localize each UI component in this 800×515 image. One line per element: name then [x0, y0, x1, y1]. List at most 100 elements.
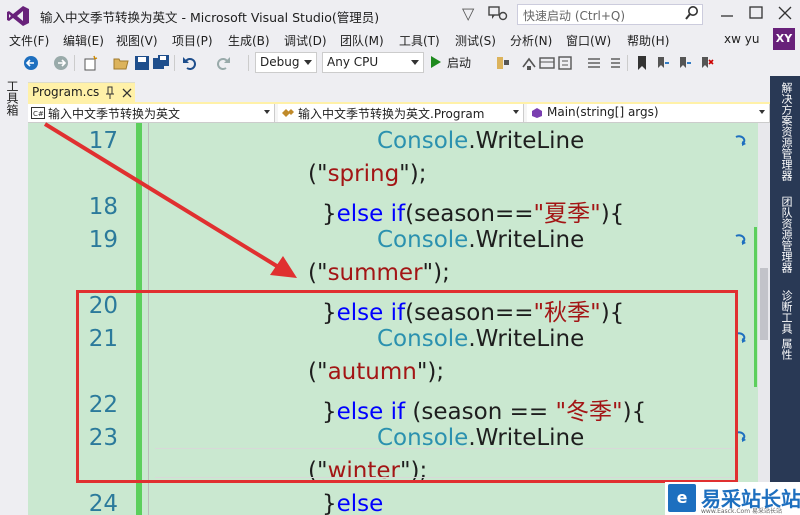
menu-test[interactable]: 测试(S) [455, 32, 496, 49]
menu-tools[interactable]: 工具(T) [399, 32, 440, 49]
left-tool-strip [0, 76, 22, 515]
code-line[interactable]: ("spring"); [308, 161, 426, 187]
code-token: (" [308, 260, 328, 286]
solution-explorer-tab[interactable]: 解决方案资源管理器 [778, 82, 794, 181]
user-name[interactable]: xw yu [724, 32, 759, 46]
filter-icon[interactable]: ▽ [462, 4, 474, 23]
menu-build[interactable]: 生成(B) [228, 32, 270, 49]
code-token: } [322, 201, 337, 227]
properties-tab[interactable]: 属性 [778, 338, 794, 360]
toolbar-tool-icon[interactable] [538, 54, 556, 72]
clear-bookmarks-icon[interactable] [697, 54, 715, 72]
line-number: 18 [88, 194, 118, 220]
scrollbar-thumb[interactable] [760, 268, 768, 340]
code-token: Console [377, 227, 469, 253]
new-project-icon[interactable] [82, 54, 100, 72]
menu-analyze[interactable]: 分析(N) [510, 32, 552, 49]
toolbar-tool-icon[interactable] [556, 54, 574, 72]
code-token: .WriteLine [468, 227, 585, 253]
title-bar: 输入中文季节转换为英文 - Microsoft Visual Studio(管理… [0, 0, 800, 30]
code-line[interactable]: ("summer"); [308, 260, 450, 286]
pin-icon[interactable] [104, 86, 116, 100]
code-token: summer [327, 260, 423, 286]
line-number: 24 [88, 491, 118, 515]
class-dropdown[interactable]: 输入中文季节转换为英文.Program [278, 104, 524, 122]
maximize-icon[interactable] [747, 4, 765, 22]
platform-value: Any CPU [327, 55, 379, 69]
toolbar-separator [627, 55, 628, 71]
feedback-icon[interactable] [488, 5, 508, 23]
code-lens-icon[interactable] [733, 232, 751, 246]
code-line[interactable]: Console.WriteLine [377, 128, 584, 154]
chevron-down-icon [304, 60, 312, 65]
code-token: "夏季" [533, 201, 601, 227]
user-avatar[interactable]: XY [773, 28, 795, 50]
menu-file[interactable]: 文件(F) [9, 32, 49, 49]
configuration-dropdown[interactable]: Debug [255, 52, 317, 73]
minimize-icon[interactable] [718, 4, 736, 22]
chevron-down-icon [264, 110, 270, 114]
code-token: ){ [600, 201, 625, 227]
highlight-box [76, 290, 738, 483]
tab-program-cs[interactable]: Program.cs [28, 82, 135, 102]
menu-project[interactable]: 项目(P) [172, 32, 213, 49]
watermark-subtext: www.Easck.Com 易采站长站 [701, 508, 782, 515]
toolbar-separator [248, 55, 249, 71]
watermark-logo: e [668, 484, 696, 512]
svg-text:C#: C# [33, 110, 44, 118]
watermark: e 易采站长站 www.Easck.Com 易采站长站 [665, 482, 800, 515]
prev-bookmark-icon[interactable] [653, 54, 671, 72]
forward-icon[interactable] [52, 54, 70, 72]
close-icon[interactable] [776, 4, 794, 22]
project-name: 输入中文季节转换为英文 [48, 107, 181, 121]
chevron-down-icon [759, 110, 765, 114]
redo-icon[interactable] [214, 54, 232, 72]
attach-icon[interactable] [494, 54, 512, 72]
toolbox-tab[interactable]: 工具箱 [4, 80, 21, 116]
quick-launch-placeholder: 快速启动 (Ctrl+Q) [523, 9, 626, 23]
toolbar-separator [74, 55, 75, 71]
member-dropdown[interactable]: Main(string[] args) [527, 104, 770, 122]
tab-label: Program.cs [32, 85, 100, 99]
chevron-down-icon [513, 110, 519, 114]
code-token: spring [327, 161, 400, 187]
code-lens-icon[interactable] [733, 133, 751, 147]
diagnostic-tools-tab[interactable]: 诊断工具 [778, 290, 794, 334]
code-token: } [322, 491, 337, 515]
comment-icon[interactable] [585, 54, 603, 72]
undo-icon[interactable] [181, 54, 199, 72]
visual-studio-logo-icon [7, 6, 29, 26]
menu-team[interactable]: 团队(M) [340, 32, 384, 49]
close-icon[interactable] [121, 87, 133, 99]
project-dropdown[interactable]: C# 输入中文季节转换为英文 [28, 104, 275, 122]
bookmark-icon[interactable] [633, 54, 651, 72]
platform-dropdown[interactable]: Any CPU [322, 52, 424, 73]
save-icon[interactable] [133, 54, 151, 72]
line-number: 19 [88, 227, 118, 253]
search-icon[interactable] [684, 5, 700, 21]
back-icon[interactable] [22, 54, 40, 72]
save-all-icon[interactable] [152, 54, 170, 72]
line-number: 17 [88, 128, 118, 154]
toolbar-tool-icon[interactable] [520, 54, 538, 72]
menu-help[interactable]: 帮助(H) [627, 32, 669, 49]
code-line[interactable]: }else [322, 491, 383, 515]
quick-launch-input[interactable]: 快速启动 (Ctrl+Q) [517, 4, 703, 25]
code-token: else if [336, 201, 406, 227]
code-token: (season== [405, 201, 534, 227]
code-line[interactable]: Console.WriteLine [377, 227, 584, 253]
team-explorer-tab[interactable]: 团队资源管理器 [778, 196, 794, 273]
menu-window[interactable]: 窗口(W) [566, 32, 611, 49]
menu-edit[interactable]: 编辑(E) [63, 32, 104, 49]
code-token: .WriteLine [468, 128, 585, 154]
menu-debug[interactable]: 调试(D) [284, 32, 327, 49]
open-file-icon[interactable] [112, 54, 130, 72]
class-name: 输入中文季节转换为英文.Program [298, 107, 485, 121]
code-token: "); [422, 260, 450, 286]
configuration-value: Debug [260, 55, 300, 69]
next-bookmark-icon[interactable] [675, 54, 693, 72]
code-token: "); [399, 161, 427, 187]
menu-view[interactable]: 视图(V) [116, 32, 158, 49]
code-line[interactable]: }else if(season=="夏季"){ [322, 194, 624, 228]
uncomment-icon[interactable] [605, 54, 623, 72]
